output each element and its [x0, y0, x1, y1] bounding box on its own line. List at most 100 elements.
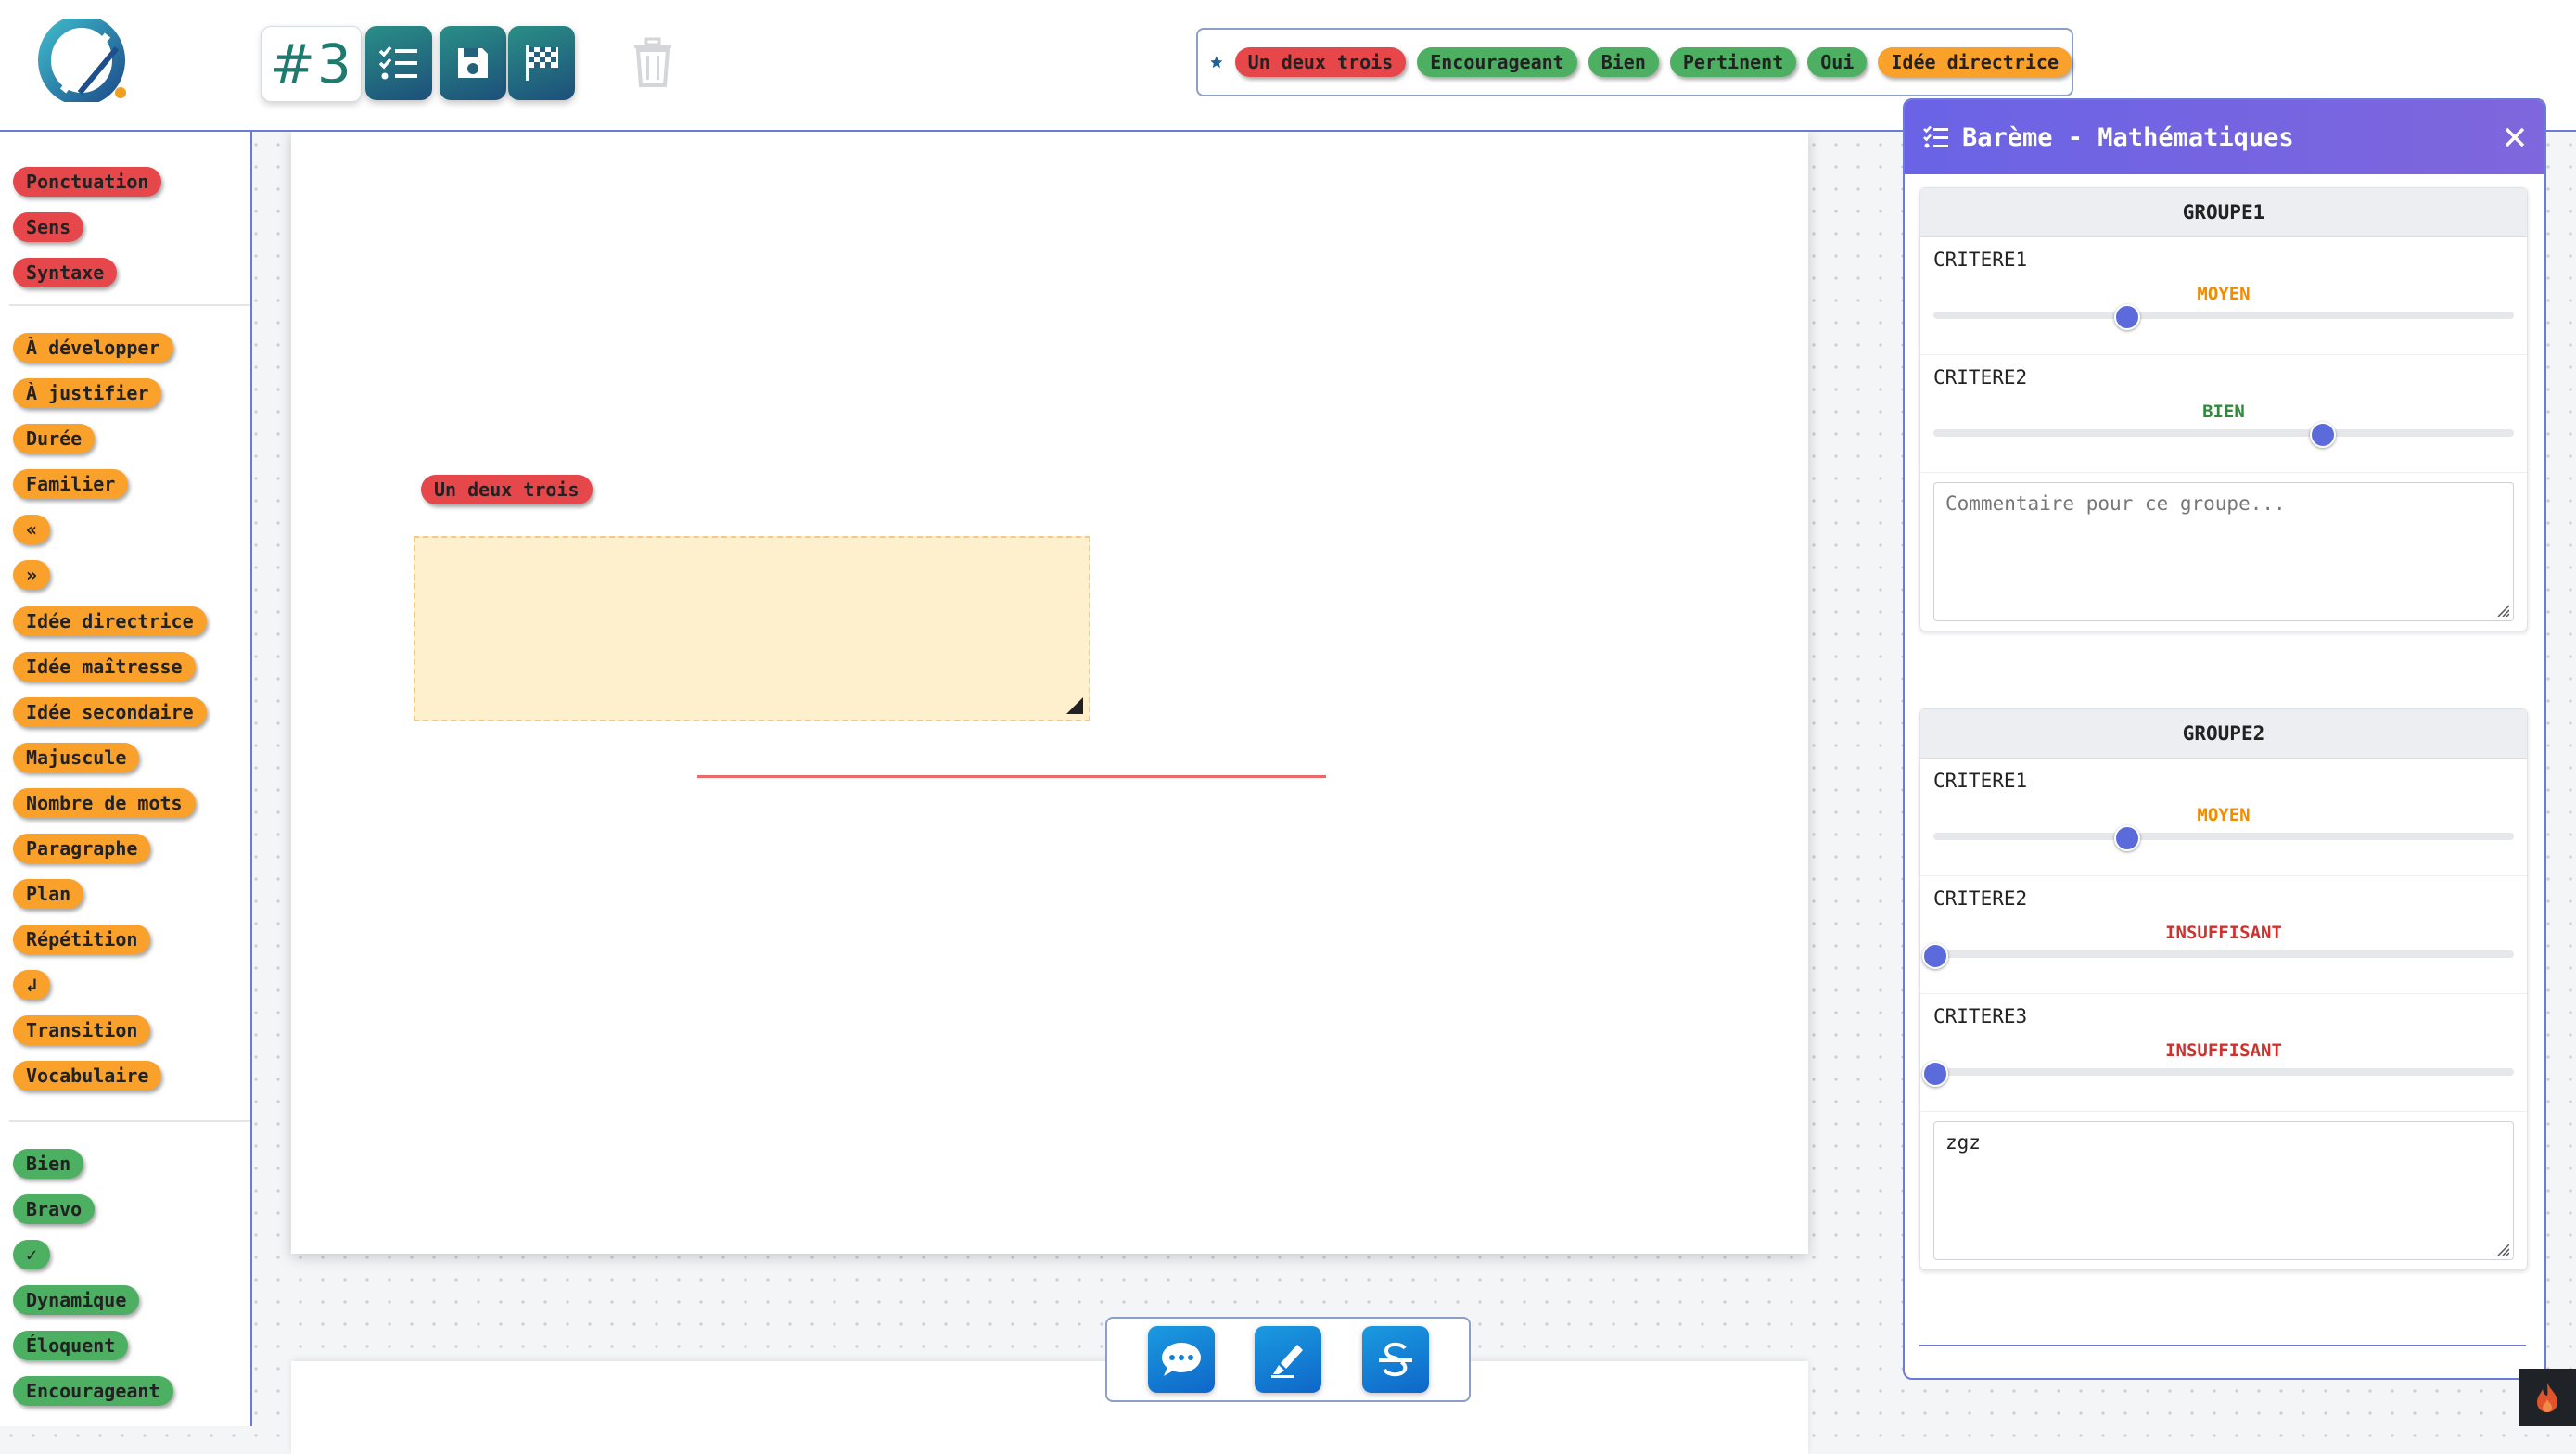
favorite-tag[interactable]: Encourageant — [1417, 47, 1577, 77]
criterion-slider[interactable] — [1933, 304, 2514, 330]
comment-value: zgz — [1945, 1131, 1981, 1154]
document-page[interactable]: Un deux trois — [291, 130, 1808, 1254]
finish-button[interactable] — [508, 26, 575, 100]
tag-item[interactable]: Durée — [13, 424, 96, 453]
tag-item[interactable]: Nombre de mots — [13, 788, 196, 818]
rubric-panel-title: Barème - Mathématiques — [1962, 122, 2294, 152]
criterion-level: MOYEN — [2197, 805, 2251, 825]
tag-item[interactable]: » — [13, 560, 51, 590]
resize-grip-icon — [2497, 605, 2509, 617]
criterion-slider[interactable] — [1922, 1061, 2514, 1087]
tag-item[interactable]: Sens — [13, 212, 84, 242]
criterion-row: CRITERE1 MOYEN — [1920, 759, 2527, 876]
divider — [9, 1120, 250, 1122]
tag-item[interactable]: Transition — [13, 1015, 151, 1045]
tag-item[interactable]: Idée directrice — [13, 606, 207, 636]
list-check-icon — [1923, 125, 1948, 148]
rubric-group: GROUPE1 CRITERE1 MOYEN CRITERE2 BIEN Com… — [1919, 187, 2528, 631]
tag-item[interactable]: Bravo — [13, 1194, 96, 1224]
criterion-row: CRITERE1 MOYEN — [1920, 237, 2527, 355]
comment-tool-button[interactable] — [1147, 1326, 1215, 1393]
criterion-row: CRITERE2 INSUFFISANT — [1920, 876, 2527, 994]
tag-item[interactable]: Paragraphe — [13, 834, 151, 863]
slider-thumb[interactable] — [2113, 304, 2140, 330]
rubric-icon — [378, 45, 417, 80]
favorite-tag[interactable]: Idée directrice — [1878, 47, 2072, 77]
criterion-level: INSUFFISANT — [2165, 923, 2282, 943]
document-page-next[interactable] — [291, 1361, 1808, 1454]
comment-placeholder: Commentaire pour ce groupe... — [1945, 492, 2286, 515]
tag-item[interactable]: Encourageant — [13, 1376, 173, 1406]
panel-divider — [1919, 1345, 2526, 1346]
tag-item[interactable]: ↲ — [13, 970, 51, 1000]
rubric-button[interactable] — [365, 26, 432, 100]
criterion-level: MOYEN — [2197, 284, 2251, 304]
highlight-tool-button[interactable] — [1255, 1326, 1321, 1393]
star-icon — [1210, 56, 1223, 69]
criterion-label: CRITERE2 — [1933, 366, 2028, 389]
tag-item[interactable]: « — [13, 515, 51, 544]
app-logo — [35, 15, 134, 106]
group-comment-input[interactable]: zgz — [1933, 1121, 2514, 1260]
chat-bubble-icon — [1161, 1343, 1201, 1376]
criterion-level: BIEN — [2202, 402, 2245, 422]
comment-tags-sidebar[interactable]: Ponctuation Sens Syntaxe À développer À … — [0, 130, 252, 1426]
tag-item[interactable]: À développer — [13, 333, 173, 363]
favorite-tag[interactable]: Pertinent — [1669, 47, 1797, 77]
tag-item[interactable]: Dynamique — [13, 1285, 140, 1315]
group-comment-input[interactable]: Commentaire pour ce groupe... — [1933, 482, 2514, 621]
tag-item[interactable]: Syntaxe — [13, 258, 118, 287]
tag-item[interactable]: À justifier — [13, 378, 162, 408]
tag-item[interactable]: ✓ — [13, 1240, 51, 1269]
delete-button[interactable] — [631, 37, 675, 87]
annotation-tag[interactable]: Un deux trois — [421, 475, 593, 504]
highlighter-icon — [1271, 1345, 1303, 1378]
tag-item[interactable]: Répétition — [13, 925, 151, 954]
strikethrough-tool-button[interactable] — [1361, 1326, 1429, 1393]
group-title: GROUPE2 — [1920, 709, 2527, 759]
annotation-comment-box[interactable] — [414, 536, 1090, 721]
submission-number: #3 — [261, 26, 362, 102]
favorites-bar: Un deux trois Encourageant Bien Pertinen… — [1196, 28, 2073, 96]
criterion-row: CRITERE2 BIEN — [1920, 355, 2527, 473]
close-icon[interactable] — [2504, 126, 2526, 148]
tag-item[interactable]: Bien — [13, 1149, 84, 1179]
strikethrough-icon — [1378, 1342, 1412, 1377]
annotation-tools — [1105, 1317, 1471, 1402]
tag-item[interactable]: Majuscule — [13, 743, 140, 772]
rubric-panel: Barème - Mathématiques GROUPE1 CRITERE1 … — [1903, 98, 2546, 1380]
criterion-label: CRITERE1 — [1933, 770, 2028, 792]
save-icon — [458, 48, 488, 78]
underline-annotation[interactable] — [697, 775, 1326, 778]
criterion-row: CRITERE3 INSUFFISANT — [1920, 994, 2527, 1112]
slider-thumb[interactable] — [2309, 422, 2336, 448]
tag-item[interactable]: Vocabulaire — [13, 1061, 162, 1090]
tag-item[interactable]: Idée maîtresse — [13, 652, 196, 682]
criterion-label: CRITERE3 — [1933, 1005, 2028, 1027]
slider-thumb[interactable] — [2113, 825, 2140, 851]
tag-item[interactable]: Éloquent — [13, 1331, 129, 1360]
criterion-label: CRITERE1 — [1933, 249, 2028, 271]
tag-item[interactable]: Idée secondaire — [13, 697, 207, 727]
trash-icon — [634, 37, 671, 87]
criterion-level: INSUFFISANT — [2165, 1040, 2282, 1061]
favorite-tag[interactable]: Un deux trois — [1234, 47, 1407, 77]
criterion-slider[interactable] — [1933, 825, 2514, 851]
tag-item[interactable]: Familier — [13, 469, 129, 499]
criterion-slider[interactable] — [1922, 943, 2514, 969]
tag-item[interactable]: Plan — [13, 879, 84, 909]
flame-button[interactable] — [2519, 1369, 2576, 1426]
resize-grip-icon — [2497, 1244, 2509, 1256]
group-title: GROUPE1 — [1920, 188, 2527, 237]
criterion-slider[interactable] — [1933, 422, 2514, 448]
slider-thumb[interactable] — [1922, 943, 1948, 969]
slider-thumb[interactable] — [1922, 1061, 1948, 1087]
rubric-panel-header: Barème - Mathématiques — [1905, 100, 2544, 174]
tag-item[interactable]: Ponctuation — [13, 167, 162, 197]
divider — [9, 304, 250, 306]
save-button[interactable] — [440, 26, 506, 100]
resize-handle-icon — [1066, 697, 1083, 714]
rubric-group: GROUPE2 CRITERE1 MOYEN CRITERE2 INSUFFIS… — [1919, 708, 2528, 1270]
favorite-tag[interactable]: Oui — [1807, 47, 1868, 77]
favorite-tag[interactable]: Bien — [1588, 47, 1659, 77]
